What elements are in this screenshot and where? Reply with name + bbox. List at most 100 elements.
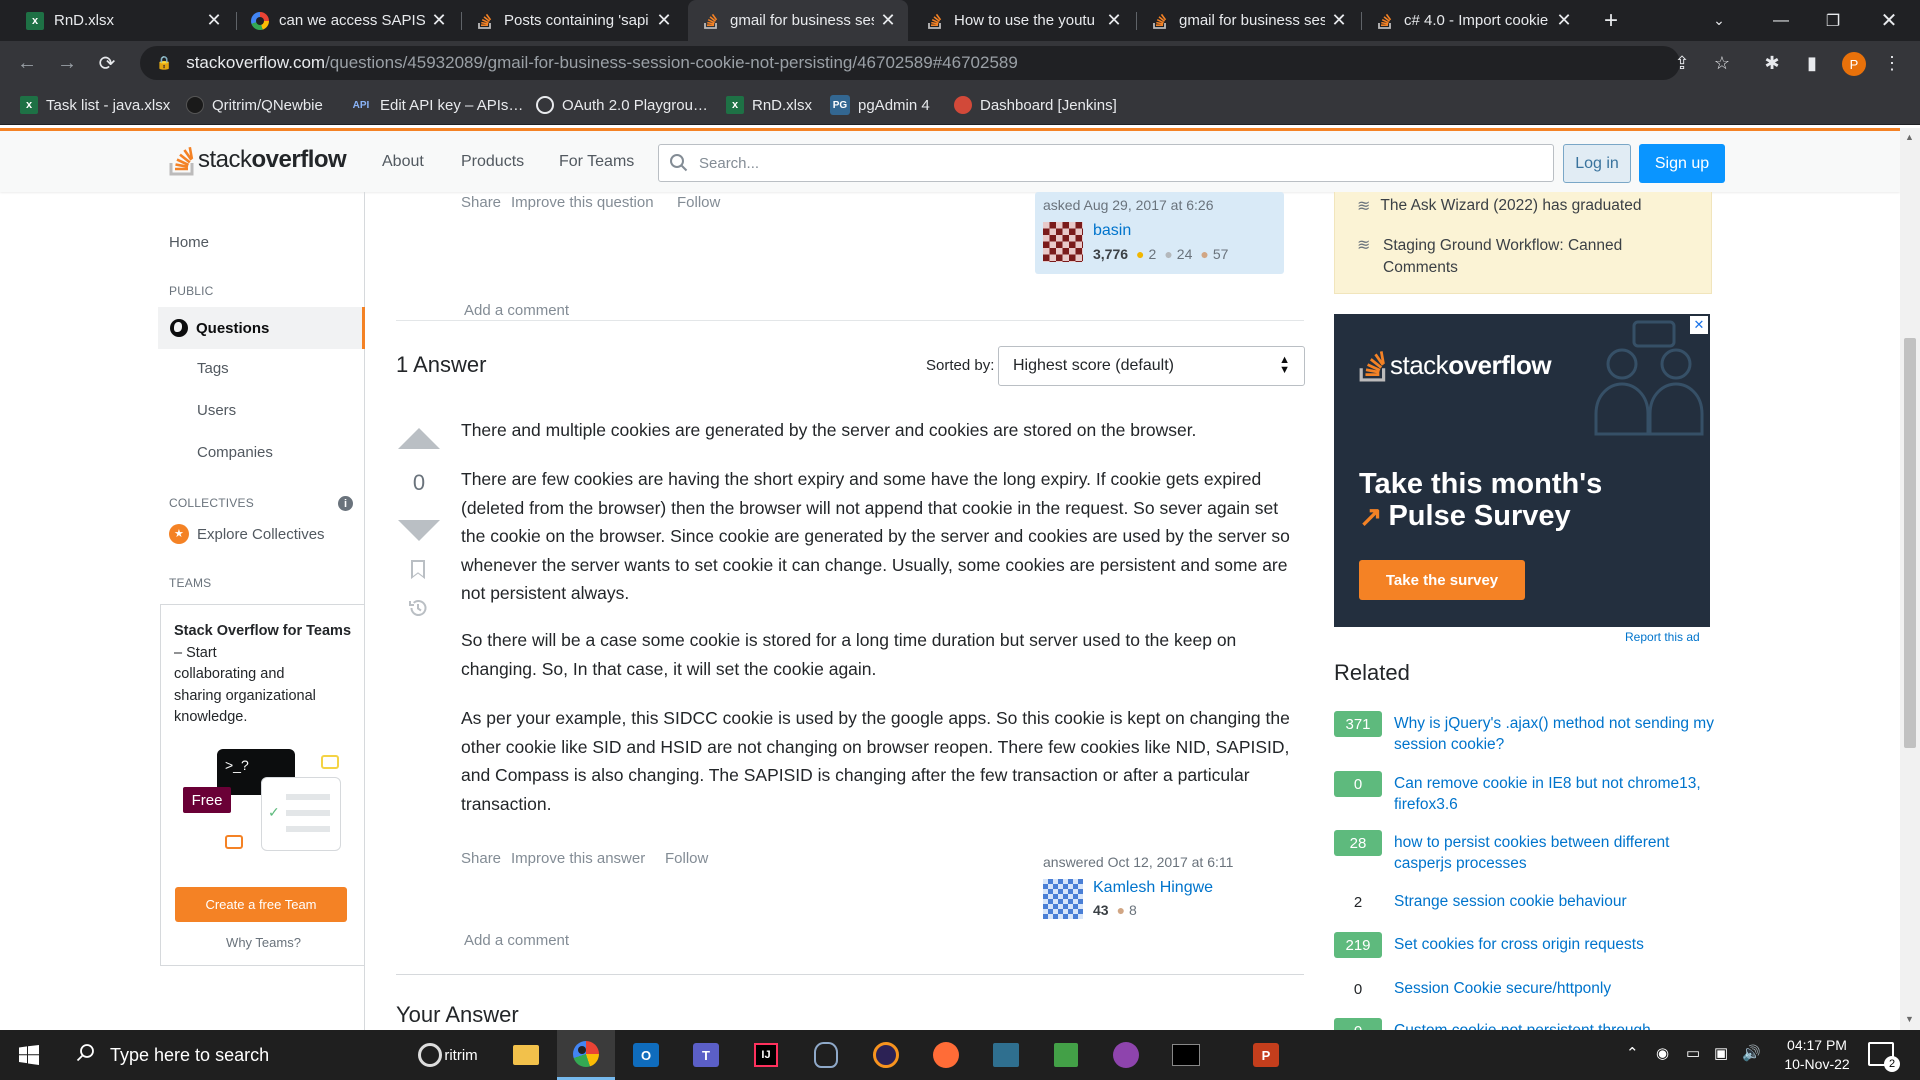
scroll-up-arrow-icon[interactable]: ▲ xyxy=(1905,132,1914,142)
battery-icon[interactable]: ▭ xyxy=(1686,1044,1700,1062)
related-item[interactable]: 28 how to persist cookies between differe… xyxy=(1334,830,1714,880)
stackoverflow-logo[interactable]: stack overflow xyxy=(168,143,347,177)
sidebar-item-home[interactable]: Home xyxy=(169,234,209,251)
terminal-icon[interactable] xyxy=(1157,1030,1215,1080)
tab-csharp-import[interactable]: c# 4.0 - Import cookie ✕ xyxy=(1362,0,1584,41)
close-tab-icon[interactable]: ✕ xyxy=(1331,10,1347,31)
taskbar-search-box[interactable]: Type here to search xyxy=(58,1030,398,1080)
sidebar-item-companies[interactable]: Companies xyxy=(197,444,273,461)
postman-icon[interactable] xyxy=(917,1030,975,1080)
related-item[interactable]: 219 Set cookies for cross origin requests xyxy=(1334,932,1714,982)
url-bar[interactable]: 🔒 stackoverflow.com/questions/45932089/g… xyxy=(140,46,1680,80)
create-free-team-button[interactable]: Create a free Team xyxy=(175,887,347,922)
notification-center-icon[interactable]: 2 xyxy=(1868,1042,1900,1072)
bookmark-jenkins[interactable]: Dashboard [Jenkins] xyxy=(954,94,1117,116)
nav-about[interactable]: About xyxy=(382,153,424,171)
user-avatar-identicon[interactable] xyxy=(1043,222,1083,262)
why-teams-link[interactable]: Why Teams? xyxy=(161,935,366,950)
powerpoint-icon[interactable]: P xyxy=(1237,1030,1295,1080)
tab-gmail-business-active[interactable]: gmail for business ses ✕ xyxy=(688,0,908,41)
close-tab-icon[interactable]: ✕ xyxy=(431,10,447,31)
close-window-icon[interactable]: ✕ xyxy=(1858,0,1920,41)
share-icon[interactable]: ⇪ xyxy=(1670,51,1694,75)
question-add-comment-link[interactable]: Add a comment xyxy=(464,302,569,319)
github-desktop-icon[interactable] xyxy=(1097,1030,1155,1080)
windows-start-icon[interactable] xyxy=(0,1030,58,1080)
back-arrow-icon[interactable]: ← xyxy=(14,50,40,76)
answer-follow-link[interactable]: Follow xyxy=(665,850,708,867)
sidebar-item-users[interactable]: Users xyxy=(197,402,236,419)
network-icon[interactable]: ▣ xyxy=(1714,1044,1728,1062)
tab-search-chevron-icon[interactable]: ⌄ xyxy=(1688,0,1750,41)
question-follow-link[interactable]: Follow xyxy=(677,194,720,211)
eclipse-icon[interactable] xyxy=(857,1030,915,1080)
bookmark-rnd-xlsx[interactable]: x RnD.xlsx xyxy=(726,94,812,116)
advertisement[interactable]: ✕ stack overflow Take this month's ↗ Puls… xyxy=(1334,314,1710,627)
chevron-up-icon[interactable]: ⌃ xyxy=(1626,1044,1639,1062)
sidebar-item-tags[interactable]: Tags xyxy=(197,360,229,377)
tab-posts-containing[interactable]: Posts containing 'sapi ✕ xyxy=(462,0,684,41)
related-title-link[interactable]: Session Cookie secure/httponly xyxy=(1394,978,1714,999)
related-item[interactable]: 0 Custom cookie not persistent through xyxy=(1334,1018,1714,1030)
extensions-puzzle-icon[interactable]: ✱ xyxy=(1760,51,1784,75)
sidebar-item-questions[interactable]: Questions xyxy=(158,307,365,349)
meta-post-ask-wizard[interactable]: ≋ The Ask Wizard (2022) has graduated xyxy=(1357,196,1641,216)
question-share-link[interactable]: Share xyxy=(461,194,501,211)
login-button[interactable]: Log in xyxy=(1563,144,1631,183)
sort-select[interactable]: Highest score (default) ▲ ▼ xyxy=(998,346,1305,386)
taskbar-clock[interactable]: 04:17 PM 10-Nov-22 xyxy=(1772,1036,1862,1074)
bookmark-icon[interactable] xyxy=(411,560,425,579)
signup-button[interactable]: Sign up xyxy=(1639,144,1725,183)
side-panel-icon[interactable]: ▮ xyxy=(1800,51,1824,75)
chrome-taskbar-icon[interactable] xyxy=(557,1030,615,1080)
search-input[interactable]: Search... xyxy=(658,144,1554,182)
answer-share-link[interactable]: Share xyxy=(461,850,501,867)
scrollbar-thumb[interactable] xyxy=(1904,338,1916,748)
intellij-icon[interactable]: IJ xyxy=(737,1030,795,1080)
reload-icon[interactable]: ⟳ xyxy=(94,50,120,76)
answer-user-link[interactable]: Kamlesh Hingwe xyxy=(1093,879,1213,897)
related-title-link[interactable]: Set cookies for cross origin requests xyxy=(1394,934,1714,955)
related-title-link[interactable]: Why is jQuery's .ajax() method not sendi… xyxy=(1394,713,1714,755)
related-title-link[interactable]: Strange session cookie behaviour xyxy=(1394,891,1714,912)
qritrim-taskbar-app[interactable]: ritrim xyxy=(404,1034,492,1076)
mysql-workbench-icon[interactable] xyxy=(977,1030,1035,1080)
answer-improve-link[interactable]: Improve this answer xyxy=(511,850,645,867)
close-tab-icon[interactable]: ✕ xyxy=(206,10,222,31)
tab-google[interactable]: can we access SAPISID ✕ xyxy=(237,0,459,41)
take-survey-button[interactable]: Take the survey xyxy=(1359,560,1525,600)
related-title-link[interactable]: Custom cookie not persistent through xyxy=(1394,1020,1714,1030)
bookmark-task-list[interactable]: x Task list - java.xlsx xyxy=(20,94,170,116)
page-scrollbar[interactable]: ▲ ▼ xyxy=(1900,128,1920,1030)
related-item[interactable]: 371 Why is jQuery's .ajax() method not se… xyxy=(1334,711,1714,761)
new-tab-plus-icon[interactable]: + xyxy=(1580,0,1642,41)
profile-avatar[interactable]: P xyxy=(1842,52,1866,76)
related-title-link[interactable]: Can remove cookie in IE8 but not chrome1… xyxy=(1394,773,1714,815)
bookmark-qritrim[interactable]: Qritrim/QNewbie xyxy=(186,94,323,116)
info-icon[interactable]: i xyxy=(338,496,353,511)
sidebar-item-explore-collectives[interactable]: ★ Explore Collectives xyxy=(169,524,325,544)
volume-icon[interactable]: 🔊 xyxy=(1742,1044,1761,1062)
question-user-link[interactable]: basin xyxy=(1093,222,1131,240)
spreadsheet-app-icon[interactable] xyxy=(1037,1030,1095,1080)
forward-arrow-icon[interactable]: → xyxy=(54,50,80,76)
upvote-arrow-icon[interactable] xyxy=(398,428,440,449)
file-explorer-icon[interactable] xyxy=(497,1030,555,1080)
history-icon[interactable] xyxy=(407,597,429,619)
close-tab-icon[interactable]: ✕ xyxy=(1556,10,1572,31)
user-avatar-identicon[interactable] xyxy=(1043,879,1083,919)
meet-now-icon[interactable]: ◉ xyxy=(1656,1044,1669,1062)
question-improve-link[interactable]: Improve this question xyxy=(511,194,654,211)
tab-gmail-business-2[interactable]: gmail for business ses ✕ xyxy=(1137,0,1359,41)
bookmark-api-key[interactable]: API Edit API key – APIs… xyxy=(350,94,524,116)
bookmark-oauth-playground[interactable]: OAuth 2.0 Playgrou… xyxy=(536,94,708,116)
scroll-down-arrow-icon[interactable]: ▼ xyxy=(1905,1014,1914,1024)
related-title-link[interactable]: how to persist cookies between different… xyxy=(1394,832,1714,874)
nav-for-teams[interactable]: For Teams xyxy=(559,153,634,171)
restore-icon[interactable]: ❐ xyxy=(1802,0,1864,41)
tab-youtube[interactable]: How to use the youtu ✕ xyxy=(912,0,1134,41)
bookmark-star-icon[interactable]: ☆ xyxy=(1710,51,1734,75)
teams-icon[interactable]: T xyxy=(677,1030,735,1080)
outlook-icon[interactable]: O xyxy=(617,1030,675,1080)
close-tab-icon[interactable]: ✕ xyxy=(656,10,672,31)
